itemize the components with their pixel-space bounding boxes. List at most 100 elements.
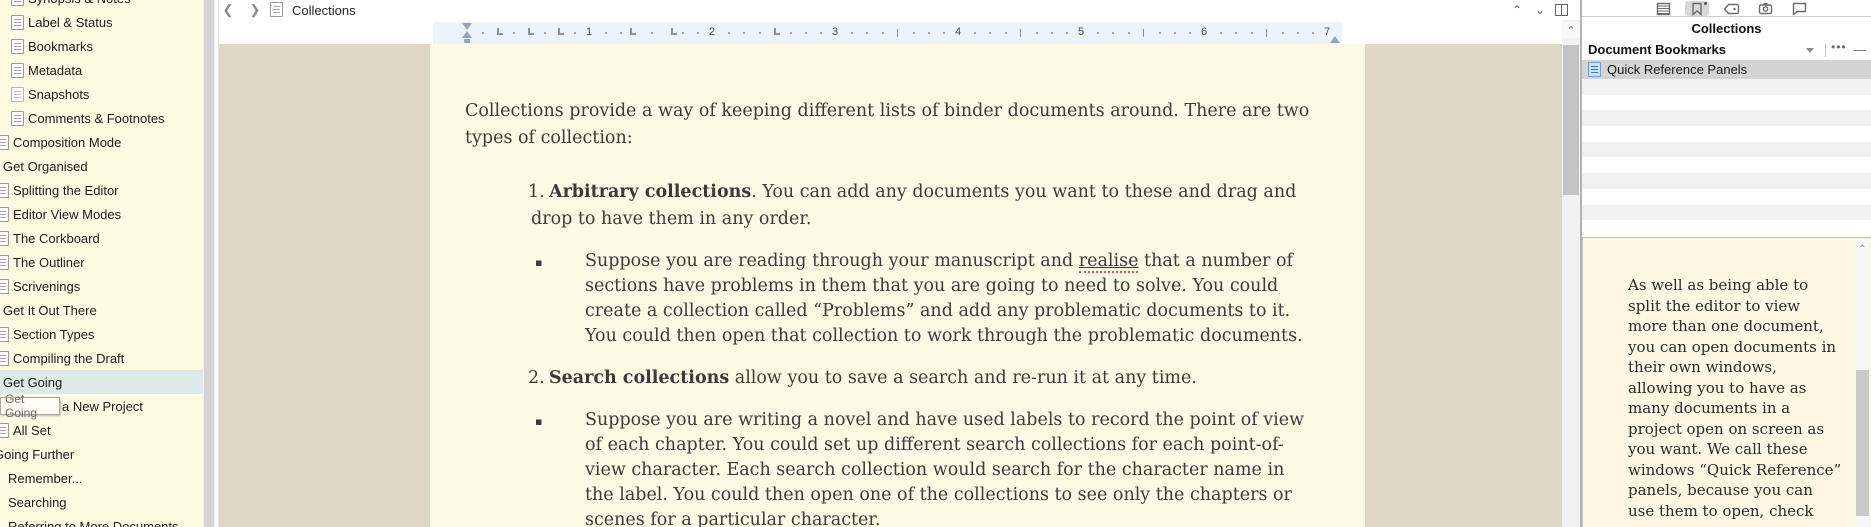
binder-item-all-set[interactable]: All Set [0,418,203,442]
preview-scrollbar-thumb[interactable] [1856,370,1869,516]
binder-item-remember[interactable]: Remember... [0,466,203,490]
preview-line: you can open documents in [1628,337,1837,356]
chevron-down-icon[interactable] [1806,48,1814,53]
binder-item-label: Going Further [0,446,75,462]
binder-item-going-further[interactable]: Going Further [0,442,203,466]
ruler-half-tick [1265,29,1267,37]
preview-scrollbar[interactable]: ⌃ [1855,239,1870,527]
binder-item-the-outliner[interactable]: The Outliner [0,250,203,274]
ruler-tick [1281,32,1284,34]
binder-item-get-it-out-there[interactable]: Get It Out There [0,298,203,322]
binder-item-synopsis-notes[interactable]: Synopsis & Notes [0,0,203,10]
binder-scrollbar-thumb[interactable] [204,0,214,527]
preview-line: their own windows, [1628,358,1777,376]
numbered-list-item: 2. Search collections allow you to save a… [528,365,1310,392]
snapshot-page-icon [11,86,24,102]
editor-scrollbar-thumb[interactable] [1563,45,1579,195]
ruler-tick [1112,32,1115,34]
binder-item-section-types[interactable]: Section Types [0,322,203,346]
collapse-button[interactable]: — [1853,42,1866,57]
document-icon [270,2,283,17]
tab-stop-icon[interactable] [528,28,534,35]
editor-scrollbar[interactable]: ⌃ [1562,20,1580,527]
misspelled-word[interactable]: realise [1078,251,1139,273]
ruler-tick [1250,32,1253,34]
editor-text-area[interactable]: Collections provide a way of keeping dif… [430,44,1365,527]
ruler-tick [1158,32,1161,34]
binder-item-the-corkboard[interactable]: The Corkboard [0,226,203,250]
ruler-tick [1173,32,1176,34]
ruler-tick [912,32,915,34]
previous-document-button[interactable]: ⌃ [1507,1,1527,19]
preview-line: use them to open, check [1628,501,1814,520]
snapshots-camera-icon[interactable] [1753,1,1777,16]
synopsis-notes-icon[interactable] [1651,1,1675,16]
next-document-button[interactable]: ⌄ [1530,1,1550,19]
history-back-button[interactable]: ❮ [219,1,237,19]
ruler-tick [1097,32,1099,34]
ruler-tick [789,32,792,34]
bookmark-preview-text: As well as being able to split the editor… [1628,275,1843,521]
more-options-button[interactable]: ••• [1831,40,1847,54]
binder-item-label: Snapshots [28,86,90,102]
left-margin-marker[interactable] [464,39,470,43]
ruler-tick [743,32,746,34]
first-line-indent-marker[interactable] [462,23,472,30]
binder-item-editor-view-modes[interactable]: Editor View Modes [0,202,203,226]
scroll-up-arrow[interactable]: ⌃ [1855,242,1870,257]
bookmark-list-empty-row [1582,204,1871,221]
bookmarks-icon[interactable] [1685,1,1709,16]
comments-icon[interactable] [1787,1,1811,16]
binder-item-get-going[interactable]: Get Going [0,370,203,394]
right-indent-marker[interactable] [1330,36,1340,43]
bookmark-list-empty-row [1582,173,1871,189]
split-view-icon[interactable] [1555,4,1568,16]
left-indent-marker[interactable] [462,31,472,38]
binder-item-composition-mode[interactable]: Composition Mode [0,130,203,154]
binder-item-referring-to-more-documents[interactable]: Referring to More Documents [0,514,203,527]
list-number: 2. [528,368,545,388]
ruler-number: 4 [954,26,962,38]
binder-item-label: Splitting the Editor [13,182,119,198]
bullet-list-item: Suppose you are reading through your man… [535,249,1310,349]
document-icon [0,278,9,294]
binder-item-snapshots[interactable]: Snapshots [0,82,203,106]
binder-item-searching[interactable]: Searching [0,490,203,514]
document-icon [11,14,24,30]
ruler-band[interactable]: 1 2 3 4 5 6 7 [433,22,1342,44]
binder-item-get-organised[interactable]: Get Organised [0,154,203,178]
binder-item-label-status[interactable]: Label & Status [0,10,203,34]
bookmark-list-empty-row [1582,188,1871,205]
metadata-tag-icon[interactable] [1719,1,1743,16]
ruler-tick [697,32,700,34]
binder-scrollbar[interactable] [203,0,215,527]
tab-stop-icon[interactable] [558,28,564,35]
binder-item-bookmarks[interactable]: Bookmarks [0,34,203,58]
binder-item-comments-footnotes[interactable]: Comments & Footnotes [0,106,203,130]
binder-item-scrivenings[interactable]: Scrivenings [0,274,203,298]
tab-stop-icon[interactable] [630,28,636,35]
tab-stop-icon[interactable] [774,28,780,35]
tab-stop-icon[interactable] [497,28,503,35]
binder-tooltip: Get Going [0,392,60,420]
scroll-up-arrow[interactable]: ⌃ [1562,22,1580,38]
bookmark-list-empty-row [1582,126,1871,142]
document-icon [0,230,9,246]
bookmark-list-empty-row [1582,79,1871,95]
ruler[interactable]: 1 2 3 4 5 6 7 [219,20,1580,44]
ruler-tick [1312,32,1315,34]
ruler-number: 6 [1200,26,1208,38]
binder-item-metadata[interactable]: Metadata [0,58,203,82]
binder-sidebar: Synopsis & Notes Label & Status Bookmarks M… [0,0,203,527]
bookmark-row-selected[interactable]: Quick Reference Panels [1582,60,1871,79]
document-bookmarks-label[interactable]: Document Bookmarks [1588,42,1726,57]
ruler-tick [804,32,807,34]
history-forward-button[interactable]: ❯ [246,1,264,19]
binder-item-splitting-the-editor[interactable]: Splitting the Editor [0,178,203,202]
ruler-half-tick [1142,29,1144,37]
bookmark-preview-pane[interactable]: As well as being able to split the editor… [1582,237,1871,527]
binder-item-label: Synopsis & Notes [28,0,131,6]
bookmark-list-empty-row [1582,94,1871,111]
tab-stop-icon[interactable] [671,28,677,35]
binder-item-compiling-the-draft[interactable]: Compiling the Draft [0,346,203,370]
